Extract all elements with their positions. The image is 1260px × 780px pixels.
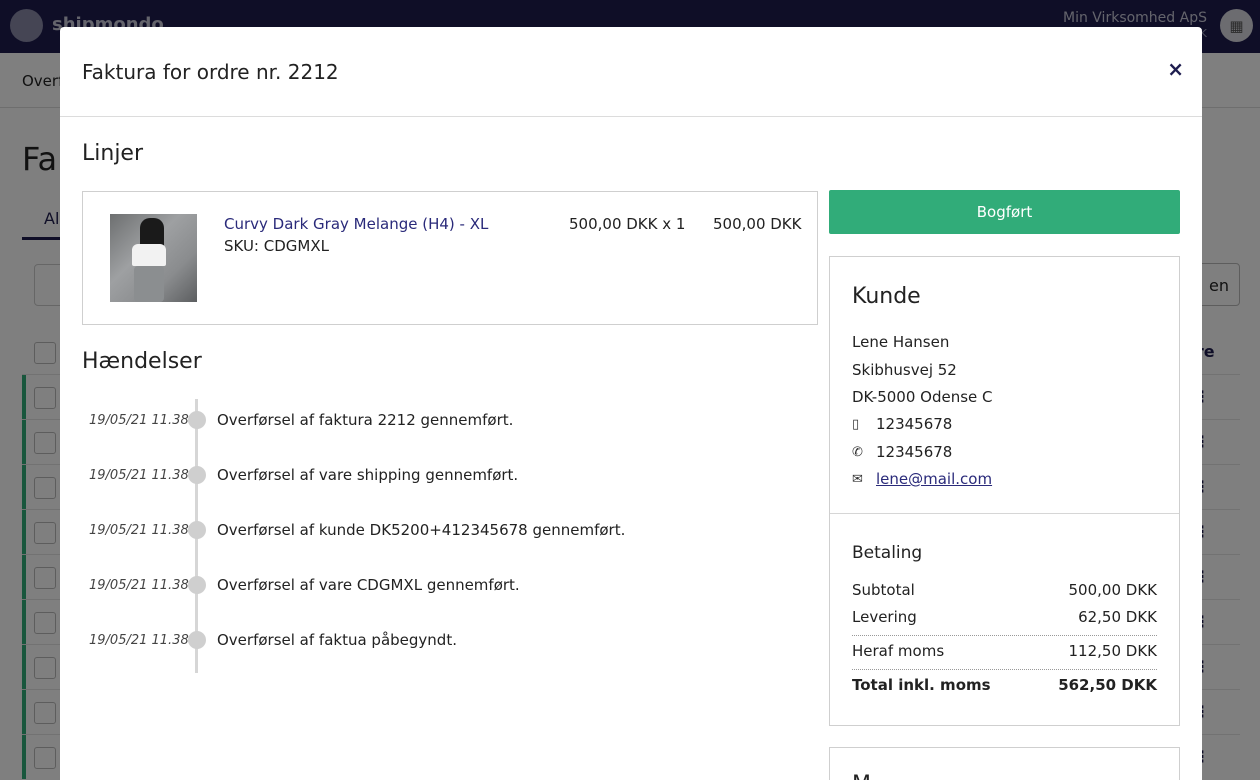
divider bbox=[852, 635, 1157, 636]
payment-value: 62,50 DKK bbox=[1078, 608, 1157, 626]
order-line: Curvy Dark Gray Melange (H4) - XL SKU: C… bbox=[82, 191, 818, 325]
payment-row-subtotal: Subtotal 500,00 DKK bbox=[852, 581, 1157, 607]
event-text: Overførsel af kunde DK5200+412345678 gen… bbox=[217, 521, 626, 539]
next-panel-title: M bbox=[852, 772, 871, 780]
event-text: Overførsel af faktua påbegyndt. bbox=[217, 631, 457, 649]
lines-title: Linjer bbox=[82, 141, 144, 166]
payment-value: 112,50 DKK bbox=[1068, 642, 1157, 660]
payment-value: 562,50 DKK bbox=[1058, 676, 1157, 694]
product-sku: SKU: CDGMXL bbox=[224, 237, 329, 255]
product-line-total: 500,00 DKK bbox=[713, 215, 802, 233]
event-time: 19/05/21 11.38 bbox=[89, 633, 189, 648]
customer-mobile: ▯ 12345678 bbox=[852, 415, 952, 433]
event-time: 19/05/21 11.38 bbox=[89, 523, 189, 538]
envelope-icon: ✉ bbox=[852, 471, 863, 487]
customer-email: ✉ lene@mail.com bbox=[852, 470, 992, 488]
timeline-dot bbox=[188, 576, 206, 594]
payment-label: Subtotal bbox=[852, 581, 915, 599]
event-time: 19/05/21 11.38 bbox=[89, 413, 189, 428]
timeline-dot bbox=[188, 466, 206, 484]
modal-header: Faktura for ordre nr. 2212 × bbox=[60, 27, 1202, 117]
event-time: 19/05/21 11.38 bbox=[89, 468, 189, 483]
event-item: 19/05/21 11.38 Overførsel af vare shippi… bbox=[82, 461, 802, 491]
divider bbox=[830, 513, 1179, 514]
invoice-modal: Faktura for ordre nr. 2212 × Linjer Curv… bbox=[60, 27, 1202, 780]
phone-number: 12345678 bbox=[876, 443, 953, 461]
timeline-dot bbox=[188, 411, 206, 429]
customer-street: Skibhusvej 52 bbox=[852, 361, 957, 379]
customer-phone: ✆ 12345678 bbox=[852, 443, 952, 461]
status-button[interactable]: Bogført bbox=[829, 190, 1180, 234]
mobile-number: 12345678 bbox=[876, 415, 953, 433]
payment-value: 500,00 DKK bbox=[1068, 581, 1157, 599]
event-item: 19/05/21 11.38 Overførsel af kunde DK520… bbox=[82, 516, 802, 546]
payment-row-total: Total inkl. moms 562,50 DKK bbox=[852, 676, 1157, 702]
timeline-dot bbox=[188, 521, 206, 539]
next-panel: M bbox=[829, 747, 1180, 780]
customer-name: Lene Hansen bbox=[852, 333, 950, 351]
phone-icon: ✆ bbox=[852, 444, 863, 460]
close-icon[interactable]: × bbox=[1167, 57, 1184, 81]
product-qty-price: 500,00 DKK x 1 bbox=[569, 215, 686, 233]
customer-city: DK-5000 Odense C bbox=[852, 388, 993, 406]
event-item: 19/05/21 11.38 Overførsel af faktua påbe… bbox=[82, 626, 802, 656]
customer-panel: Kunde Lene Hansen Skibhusvej 52 DK-5000 … bbox=[829, 256, 1180, 726]
payment-title: Betaling bbox=[852, 543, 923, 563]
event-time: 19/05/21 11.38 bbox=[89, 578, 189, 593]
mobile-icon: ▯ bbox=[852, 416, 860, 432]
payment-row-vat: Heraf moms 112,50 DKK bbox=[852, 642, 1157, 668]
event-text: Overførsel af vare shipping gennemført. bbox=[217, 466, 519, 484]
timeline-dot bbox=[188, 631, 206, 649]
product-image bbox=[110, 214, 197, 302]
payment-label: Total inkl. moms bbox=[852, 676, 991, 694]
event-text: Overførsel af faktura 2212 gennemført. bbox=[217, 411, 514, 429]
payment-label: Heraf moms bbox=[852, 642, 945, 660]
customer-title: Kunde bbox=[852, 284, 921, 309]
email-link[interactable]: lene@mail.com bbox=[876, 470, 992, 488]
event-item: 19/05/21 11.38 Overførsel af faktura 221… bbox=[82, 406, 802, 436]
events-title: Hændelser bbox=[82, 349, 202, 374]
payment-label: Levering bbox=[852, 608, 917, 626]
product-name-link[interactable]: Curvy Dark Gray Melange (H4) - XL bbox=[224, 215, 488, 233]
modal-title: Faktura for ordre nr. 2212 bbox=[82, 60, 339, 84]
event-item: 19/05/21 11.38 Overførsel af vare CDGMXL… bbox=[82, 571, 802, 601]
payment-row-delivery: Levering 62,50 DKK bbox=[852, 608, 1157, 634]
divider bbox=[852, 669, 1157, 670]
event-text: Overførsel af vare CDGMXL gennemført. bbox=[217, 576, 520, 594]
